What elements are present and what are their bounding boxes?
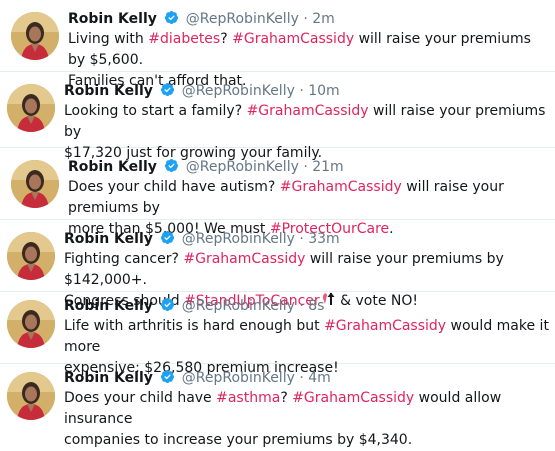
tweet-text-line: companies to increase your premiums by $… <box>64 430 549 451</box>
tweet-text: Does your child have #asthma? #GrahamCas… <box>64 388 549 451</box>
tweet-header: Robin Kelly @RepRobinKelly · 2m <box>68 9 549 29</box>
avatar[interactable] <box>7 232 55 280</box>
avatar[interactable] <box>11 12 59 60</box>
hashtag-link[interactable]: #GrahamCassidy <box>247 103 369 119</box>
tweet-text-line: Does your child have autism? #GrahamCass… <box>68 177 549 219</box>
timestamp[interactable]: 4m <box>308 370 331 386</box>
avatar-portrait-icon <box>11 160 59 208</box>
author-name[interactable]: Robin Kelly <box>64 231 153 247</box>
avatar-portrait-icon <box>7 300 55 348</box>
tweet-header: Robin Kelly @RepRobinKelly · 10m <box>64 81 549 101</box>
tweet-text-line: Fighting cancer? #GrahamCassidy will rai… <box>64 249 549 291</box>
timestamp[interactable]: 8s <box>308 298 324 314</box>
verified-badge-icon <box>161 297 175 312</box>
avatar-portrait-icon <box>7 232 55 280</box>
separator-dot: · <box>303 159 308 175</box>
tweet-text-line: Life with arthritis is hard enough but #… <box>64 316 549 358</box>
author-name[interactable]: Robin Kelly <box>64 298 153 314</box>
tweet-text-line: Living with #diabetes? #GrahamCassidy wi… <box>68 29 549 71</box>
separator-dot: · <box>303 11 308 27</box>
tweet[interactable]: Robin Kelly @RepRobinKelly · 10m Looking… <box>0 72 555 161</box>
text-segment: ? <box>280 390 293 406</box>
verified-badge-icon <box>161 369 175 384</box>
timestamp[interactable]: 33m <box>308 231 339 247</box>
text-segment: ? <box>220 31 233 47</box>
tweet[interactable]: Robin Kelly @RepRobinKelly · 33m Fightin… <box>0 220 555 309</box>
avatar[interactable] <box>7 300 55 348</box>
avatar-portrait-icon <box>7 372 55 420</box>
hashtag-link[interactable]: #GrahamCassidy <box>280 179 402 195</box>
hashtag-link[interactable]: #GrahamCassidy <box>292 390 414 406</box>
hashtag-link[interactable]: #asthma <box>216 390 280 406</box>
tweet-header: Robin Kelly @RepRobinKelly · 8s <box>64 296 549 316</box>
verified-badge-icon <box>161 82 175 97</box>
avatar[interactable] <box>7 84 55 132</box>
author-name[interactable]: Robin Kelly <box>64 83 153 99</box>
author-handle[interactable]: @RepRobinKelly <box>186 11 299 27</box>
author-handle[interactable]: @RepRobinKelly <box>186 159 299 175</box>
tweet-feed: Robin Kelly @RepRobinKelly · 2m Living w… <box>0 0 555 448</box>
tweet-text-line: Does your child have #asthma? #GrahamCas… <box>64 388 549 430</box>
tweet[interactable]: Robin Kelly @RepRobinKelly · 2m Living w… <box>0 0 555 89</box>
hashtag-link[interactable]: #GrahamCassidy <box>183 251 305 267</box>
author-handle[interactable]: @RepRobinKelly <box>182 231 295 247</box>
text-segment: Does your child have <box>64 390 217 406</box>
separator-dot: · <box>299 370 304 386</box>
text-segment: Living with <box>68 31 149 47</box>
author-name[interactable]: Robin Kelly <box>68 11 157 27</box>
avatar[interactable] <box>7 372 55 420</box>
hashtag-link[interactable]: #GrahamCassidy <box>324 318 446 334</box>
text-segment: Fighting cancer? <box>64 251 184 267</box>
verified-badge-icon <box>161 230 175 245</box>
tweet[interactable]: Robin Kelly @RepRobinKelly · 21m Does yo… <box>0 148 555 237</box>
avatar-portrait-icon <box>7 84 55 132</box>
text-segment: Looking to start a family? <box>64 103 247 119</box>
avatar[interactable] <box>11 160 59 208</box>
timestamp[interactable]: 21m <box>312 159 343 175</box>
tweet[interactable]: Robin Kelly @RepRobinKelly · 4m Does you… <box>0 364 555 448</box>
tweet-header: Robin Kelly @RepRobinKelly · 4m <box>64 368 549 388</box>
tweet-header: Robin Kelly @RepRobinKelly · 21m <box>68 157 549 177</box>
tweet-header: Robin Kelly @RepRobinKelly · 33m <box>64 229 549 249</box>
verified-badge-icon <box>165 158 179 173</box>
separator-dot: · <box>299 231 304 247</box>
tweet[interactable]: Robin Kelly @RepRobinKelly · 8s Life wit… <box>0 292 555 376</box>
author-name[interactable]: Robin Kelly <box>68 159 157 175</box>
separator-dot: · <box>299 298 304 314</box>
author-handle[interactable]: @RepRobinKelly <box>182 83 295 99</box>
text-segment: Life with arthritis is hard enough but <box>64 318 325 334</box>
tweet-text-line: Looking to start a family? #GrahamCassid… <box>64 101 549 143</box>
timestamp[interactable]: 2m <box>312 11 335 27</box>
separator-dot: · <box>299 83 304 99</box>
text-segment: Does your child have autism? <box>68 179 280 195</box>
author-handle[interactable]: @RepRobinKelly <box>182 370 295 386</box>
hashtag-link[interactable]: #GrahamCassidy <box>232 31 354 47</box>
author-handle[interactable]: @RepRobinKelly <box>182 298 295 314</box>
text-segment: companies to increase your premiums by $… <box>64 432 413 448</box>
hashtag-link[interactable]: #diabetes <box>148 31 220 47</box>
verified-badge-icon <box>165 10 179 25</box>
author-name[interactable]: Robin Kelly <box>64 370 153 386</box>
timestamp[interactable]: 10m <box>308 83 339 99</box>
avatar-portrait-icon <box>11 12 59 60</box>
